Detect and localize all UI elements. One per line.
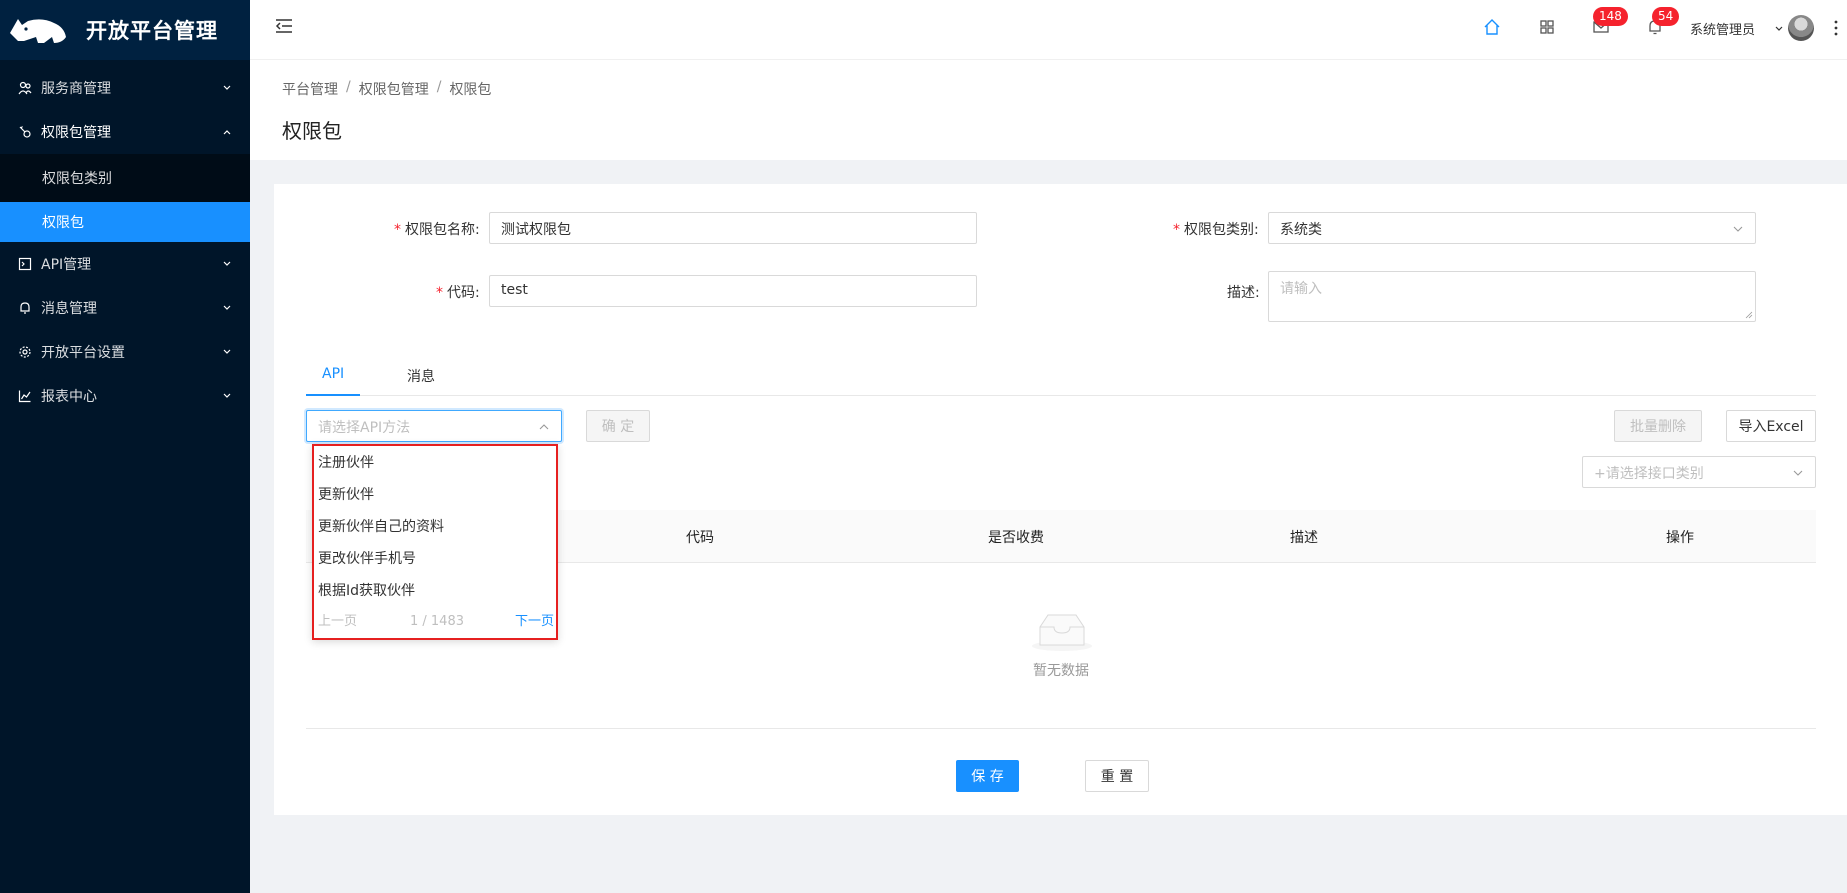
reset-button[interactable]: 重 置 <box>1085 760 1149 792</box>
api-method-select[interactable]: 请选择API方法 <box>306 410 562 442</box>
permission-submenu: 权限包类别 权限包 <box>0 154 250 242</box>
page-header: 平台管理 / 权限包管理 / 权限包 权限包 <box>250 60 1847 160</box>
side-menu: 服务商管理 权限包管理 权限包类别 权限包 API管理 消息管理 开放平台设置 … <box>0 60 250 418</box>
dropdown-option[interactable]: 更新伙伴自己的资料 <box>314 511 556 543</box>
dropdown-option[interactable]: 更新伙伴 <box>314 479 556 511</box>
prev-page-button[interactable]: 上一页 <box>318 610 357 634</box>
empty-box-icon <box>1032 614 1092 651</box>
notification-badge: 54 <box>1652 7 1680 26</box>
api-method-dropdown: 注册伙伴 更新伙伴 更新伙伴自己的资料 更改伙伴手机号 根据Id获取伙伴 上一页… <box>312 444 558 640</box>
sidebar-item-label: 权限包管理 <box>41 125 111 141</box>
import-excel-button[interactable]: 导入Excel <box>1726 410 1816 442</box>
menu-fold-icon[interactable] <box>274 16 294 36</box>
name-input[interactable]: 测试权限包 <box>489 212 977 244</box>
category-label: * 权限包类别: <box>1173 222 1259 238</box>
description-textarea[interactable]: 请输入 <box>1268 271 1756 322</box>
empty-text: 暂无数据 <box>1033 663 1089 679</box>
sidebar-item-permission-category[interactable]: 权限包类别 <box>0 154 250 202</box>
app-title: 开放平台管理 <box>86 19 218 43</box>
confirm-button[interactable]: 确 定 <box>586 410 650 442</box>
api-method-placeholder: 请选择API方法 <box>318 420 411 436</box>
resize-handle-icon[interactable] <box>1745 311 1753 319</box>
sidebar-item-label: 开放平台设置 <box>41 345 125 361</box>
chevron-down-icon[interactable] <box>1774 24 1784 34</box>
mail-badge: 148 <box>1593 7 1628 26</box>
code-input[interactable]: test <box>489 275 977 307</box>
interface-category-placeholder: +请选择接口类别 <box>1594 466 1704 482</box>
breadcrumb-current: 权限包 <box>449 82 492 98</box>
next-page-button[interactable]: 下一页 <box>515 610 554 634</box>
dropdown-option[interactable]: 根据Id获取伙伴 <box>314 575 556 607</box>
chevron-down-icon <box>1793 470 1803 476</box>
sidebar-item-label: 消息管理 <box>41 301 97 317</box>
key-icon <box>18 125 32 139</box>
home-icon[interactable] <box>1483 18 1501 36</box>
chevron-up-icon <box>539 424 549 430</box>
logo: 开放平台管理 <box>0 0 250 60</box>
sidebar-item-api[interactable]: API管理 <box>0 242 250 286</box>
rhino-logo-icon <box>10 19 66 43</box>
breadcrumb-item[interactable]: 权限包管理 <box>359 79 429 99</box>
name-label: * 权限包名称: <box>394 222 480 238</box>
column-header: 操作 <box>1666 530 1694 546</box>
save-button[interactable]: 保 存 <box>956 760 1019 792</box>
chevron-down-icon <box>1733 226 1743 232</box>
dropdown-pager: 上一页 1 / 1483 下一页 <box>318 610 554 634</box>
breadcrumb-separator: / <box>436 79 442 95</box>
category-select[interactable]: 系统类 <box>1268 212 1756 244</box>
column-header: 描述 <box>1290 530 1318 546</box>
apps-grid-icon[interactable] <box>1538 18 1556 36</box>
tab-message[interactable]: 消息 <box>407 366 435 386</box>
required-mark: * <box>394 222 401 238</box>
required-mark: * <box>1173 222 1180 238</box>
description-label: 描述: <box>1227 285 1260 301</box>
chevron-down-icon <box>223 349 231 354</box>
sidebar-item-label: 报表中心 <box>41 389 97 405</box>
sidebar: 开放平台管理 服务商管理 权限包管理 权限包类别 权限包 API管理 消息管理 … <box>0 0 250 893</box>
tab-api[interactable]: API <box>322 366 344 382</box>
bell-icon <box>18 301 32 315</box>
sidebar-item-reports[interactable]: 报表中心 <box>0 374 250 418</box>
sidebar-item-provider[interactable]: 服务商管理 <box>0 66 250 110</box>
required-mark: * <box>436 285 443 301</box>
breadcrumb: 平台管理 / 权限包管理 / 权限包 <box>282 79 491 99</box>
breadcrumb-separator: / <box>346 79 351 95</box>
sidebar-item-message[interactable]: 消息管理 <box>0 286 250 330</box>
more-vertical-icon[interactable] <box>1834 18 1838 38</box>
team-icon <box>18 81 32 95</box>
sidebar-item-permission-package[interactable]: 权限包 <box>0 202 250 242</box>
interface-category-select[interactable]: +请选择接口类别 <box>1582 456 1816 488</box>
page-info: 1 / 1483 <box>410 614 464 629</box>
page-title: 权限包 <box>282 119 342 143</box>
api-icon <box>18 257 32 271</box>
gear-icon <box>18 345 32 359</box>
column-header: 是否收费 <box>988 530 1044 546</box>
sidebar-item-label: API管理 <box>41 257 92 273</box>
description-placeholder: 请输入 <box>1280 281 1322 297</box>
dropdown-option[interactable]: 更改伙伴手机号 <box>314 543 556 575</box>
breadcrumb-item[interactable]: 平台管理 <box>282 79 338 99</box>
username[interactable]: 系统管理员 <box>1690 19 1755 38</box>
chevron-down-icon <box>223 393 231 398</box>
sidebar-item-label: 服务商管理 <box>41 81 111 97</box>
chevron-down-icon <box>223 305 231 310</box>
category-select-value: 系统类 <box>1280 222 1322 238</box>
tabs: API 消息 <box>306 360 1816 396</box>
top-header: 148 54 系统管理员 <box>250 0 1847 60</box>
chevron-down-icon <box>223 85 231 90</box>
sidebar-item-settings[interactable]: 开放平台设置 <box>0 330 250 374</box>
chevron-up-icon <box>223 130 231 135</box>
chevron-down-icon <box>223 261 231 266</box>
sidebar-item-permission[interactable]: 权限包管理 <box>0 110 250 154</box>
avatar[interactable] <box>1788 15 1814 41</box>
tab-active-indicator <box>306 394 360 396</box>
column-header: 代码 <box>686 530 714 546</box>
dropdown-option[interactable]: 注册伙伴 <box>314 447 556 479</box>
batch-delete-button[interactable]: 批量删除 <box>1614 410 1702 442</box>
chart-icon <box>18 389 32 403</box>
code-label: * 代码: <box>436 285 480 301</box>
